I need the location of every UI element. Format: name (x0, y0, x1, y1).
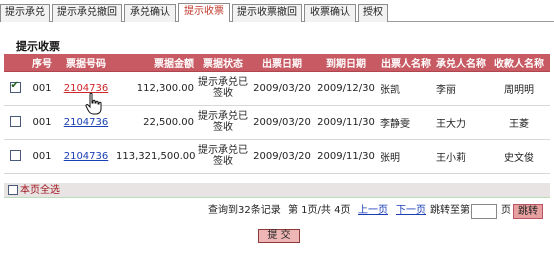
cell-seq: 001 (26, 105, 58, 140)
cell-status: 提示承兑已签收 (196, 139, 250, 174)
cell-seq: 001 (26, 139, 58, 174)
row-checkbox[interactable] (9, 116, 21, 128)
cell-acceptor: 李丽 (434, 71, 488, 106)
cell-status: 提示承兑已签收 (196, 71, 250, 106)
cell-issue-date: 2009/03/20 (250, 71, 314, 106)
header-payee: 收款人名称 (488, 54, 550, 72)
cell-due-date: 2009/11/30 (314, 139, 378, 174)
hand-cursor-icon (85, 92, 102, 115)
jump-to-label: 跳转至第 (430, 205, 470, 216)
cell-amount: 22,500.00 (114, 105, 196, 140)
table-row: 001 2104736 113,321,500.00 提示承兑已签收 2009/… (4, 139, 550, 174)
cell-issue-date: 2009/03/20 (250, 105, 314, 140)
next-page-link[interactable]: 下一页 (396, 204, 426, 218)
page-info: 第 1页/共 4页 (288, 205, 351, 216)
cell-due-date: 2009/12/30 (314, 71, 378, 106)
row-checkbox[interactable] (9, 80, 21, 94)
cell-seq: 001 (26, 71, 58, 106)
bill-number-link[interactable]: 2104736 (64, 151, 109, 162)
jump-button[interactable]: 跳转 (513, 204, 543, 219)
cell-drawer: 李静雯 (378, 105, 434, 140)
tab-bar: 提示承兑 提示承兑撤回 承兑确认 提示收票 提示收票撤回 收票确认 授权 (0, 0, 554, 22)
tab-acceptance-confirm[interactable]: 承兑确认 (124, 4, 176, 22)
header-acceptor: 承兑人名称 (434, 54, 488, 72)
cell-amount: 113,321,500.00 (114, 139, 196, 174)
header-issue-date: 出票日期 (250, 54, 314, 72)
select-all-label[interactable]: 本页全选 (20, 185, 60, 196)
tab-authorize[interactable]: 授权 (358, 4, 388, 22)
cell-acceptor: 王小莉 (434, 139, 488, 174)
page-number-input[interactable] (471, 204, 497, 219)
header-status: 票据状态 (196, 54, 250, 72)
page-suffix-label: 页 (501, 205, 511, 216)
tab-prompt-acceptance-withdraw[interactable]: 提示承兑撤回 (52, 4, 122, 22)
prev-page-link[interactable]: 上一页 (358, 204, 388, 218)
cell-drawer: 张凯 (378, 71, 434, 106)
cell-due-date: 2009/11/30 (314, 105, 378, 140)
submit-button[interactable]: 提 交 (258, 229, 300, 243)
cell-amount: 112,300.00 (114, 71, 196, 106)
cell-issue-date: 2009/03/20 (250, 139, 314, 174)
cell-payee: 史文俊 (488, 139, 550, 174)
select-all-checkbox[interactable] (8, 185, 18, 195)
bill-number-link[interactable]: 2104736 (64, 117, 109, 128)
cell-payee: 王菱 (488, 105, 550, 140)
header-due-date: 到期日期 (314, 54, 378, 72)
cell-payee: 周明明 (488, 71, 550, 106)
tab-prompt-receipt-withdraw[interactable]: 提示收票撤回 (232, 4, 302, 22)
record-count: 查询到32条记录 (208, 205, 281, 216)
header-bill-no: 票据号码 (58, 54, 114, 72)
header-drawer: 出票人名称 (378, 54, 434, 72)
tab-prompt-acceptance[interactable]: 提示承兑 (0, 4, 50, 22)
tab-receipt-confirm[interactable]: 收票确认 (304, 4, 356, 22)
table-header-row: 序号 票据号码 票据金额 票据状态 出票日期 到期日期 出票人名称 承兑人名称 … (4, 54, 550, 72)
select-all-bar: 本页全选 (4, 183, 550, 198)
header-amount: 票据金额 (114, 54, 196, 72)
header-checkbox (4, 54, 26, 72)
cell-drawer: 张明 (378, 139, 434, 174)
tab-prompt-receipt[interactable]: 提示收票 (178, 3, 230, 22)
cell-status: 提示承兑已签收 (196, 105, 250, 140)
header-seq: 序号 (26, 54, 58, 72)
page-title: 提示收票 (16, 40, 60, 53)
row-checkbox[interactable] (9, 150, 21, 162)
cell-acceptor: 王大力 (434, 105, 488, 140)
